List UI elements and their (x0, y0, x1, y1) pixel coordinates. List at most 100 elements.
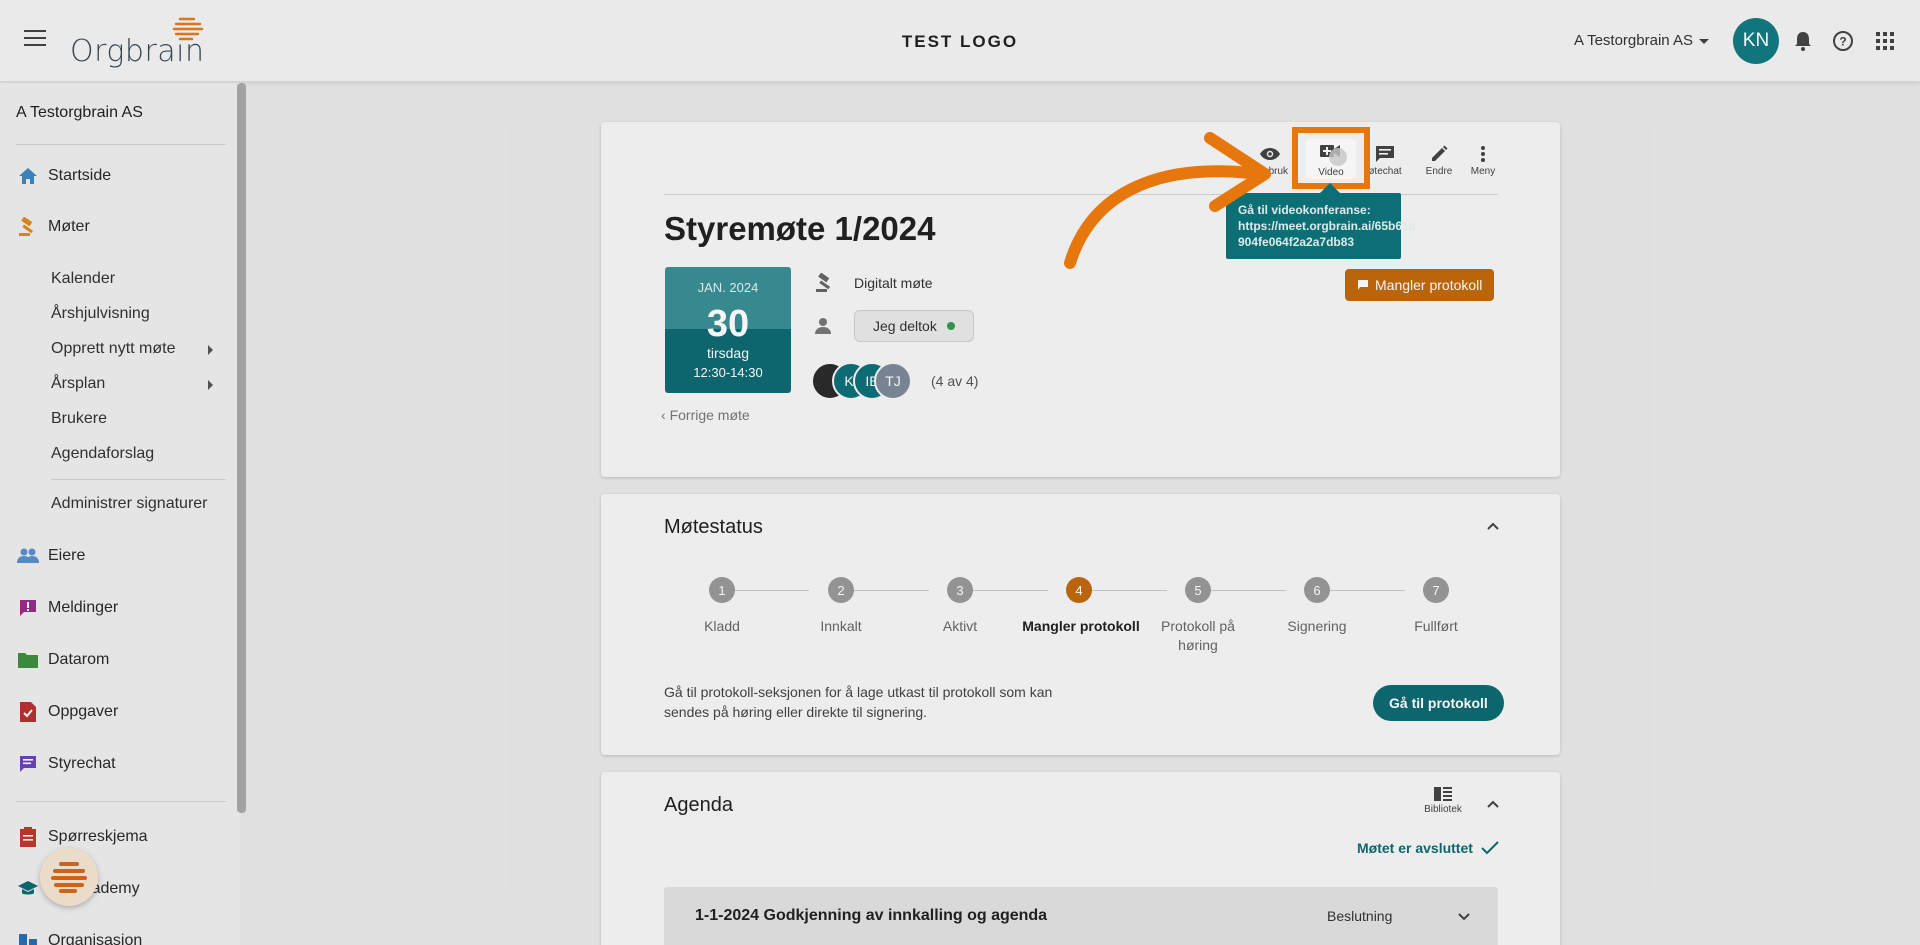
step-label: Fullført (1414, 618, 1458, 634)
tooltip-arrow (1320, 183, 1340, 193)
meeting-title: Styremøte 1/2024 (664, 210, 936, 247)
sidebar-divider (51, 479, 226, 480)
meeting-date-box: JAN. 2024 30 tirsdag 12:30-14:30 (665, 267, 791, 393)
stepper-connector (1321, 590, 1405, 591)
sidebar-item-moter[interactable]: Møter (16, 212, 90, 242)
sidebar-item-label: Eiere (48, 547, 86, 564)
attendance-row: Jeg deltok (814, 310, 974, 342)
sidebar-item-label: Startside (48, 167, 112, 184)
agenda-item-type: Beslutning (1327, 908, 1393, 924)
sidebar: A Testorgbrain AS Startside Møter Kalend… (0, 83, 240, 945)
step-3-dot: 3 (947, 577, 973, 603)
sidebar-item-datarom[interactable]: Datarom (16, 645, 109, 675)
stepper-connector (1083, 590, 1167, 591)
sidebar-sub-opprett-nytt-mote[interactable]: Opprett nytt møte (51, 340, 175, 358)
step-label: Kladd (704, 618, 740, 634)
stepper-connector (845, 590, 929, 591)
sidebar-item-styrechat[interactable]: Styrechat (16, 749, 116, 779)
meeting-type: Digitalt møte (854, 275, 933, 291)
sidebar-item-label: Spørreskjema (48, 828, 148, 845)
sidebar-item-label: Organisasjon (48, 932, 143, 945)
chevron-left-icon: ‹ (661, 407, 666, 423)
status-badge-label: Mangler protokoll (1375, 277, 1483, 293)
org-icon (16, 929, 40, 945)
step-label: Protokoll på høring (1161, 618, 1235, 653)
go-to-protocol-button[interactable]: Gå til protokoll (1373, 685, 1504, 721)
step-label: Aktivt (942, 618, 978, 634)
user-avatar[interactable]: KN (1733, 18, 1779, 64)
sidebar-item-label: Styrechat (48, 755, 116, 772)
person-icon (814, 317, 840, 335)
participant-count: (4 av 4) (931, 373, 979, 389)
sidebar-sub-arshjulvisning[interactable]: Årshjulvisning (51, 305, 150, 323)
library-label: Bibliotek (1424, 804, 1462, 815)
gavel-icon (814, 273, 840, 293)
date-weekday: tirsdag (706, 345, 750, 361)
submenu-arrow-icon[interactable] (208, 345, 213, 355)
sidebar-sub-agendaforslag[interactable]: Agendaforslag (51, 445, 154, 463)
status-badge[interactable]: Mangler protokoll (1345, 269, 1495, 301)
sidebar-sub-arsplan[interactable]: Årsplan (51, 375, 105, 393)
sidebar-sub-kalender[interactable]: Kalender (51, 270, 115, 288)
step-label: Signering (1287, 618, 1347, 634)
people-icon (16, 544, 40, 568)
sidebar-item-startside[interactable]: Startside (16, 161, 111, 191)
section-title: Møtestatus (664, 516, 763, 538)
check-icon (1481, 841, 1499, 855)
help-icon[interactable]: ? (1830, 28, 1856, 54)
more-menu-button[interactable]: Meny (1459, 142, 1507, 177)
meeting-status-card: Møtestatus 1 2 3 4 5 6 7 Kladd Innkalt A… (601, 494, 1560, 755)
sidebar-item-organisasjon[interactable]: Organisasjon (16, 926, 142, 945)
library-icon (1419, 784, 1467, 804)
step-2-dot: 2 (828, 577, 854, 603)
sidebar-item-meldinger[interactable]: Meldinger (16, 593, 118, 623)
sidebar-scrollbar[interactable] (237, 83, 246, 813)
status-dot (946, 322, 955, 330)
agenda-item-title: 1-1-2024 Godkjenning av innkalling og ag… (695, 907, 1048, 924)
sidebar-org-name: A Testorgbrain AS (16, 104, 143, 121)
sidebar-item-label: Møter (48, 218, 90, 235)
sidebar-item-sporreskjema[interactable]: Spørreskjema (16, 822, 148, 852)
task-icon (16, 700, 40, 724)
tutorial-highlight-frame (1292, 127, 1370, 189)
assistant-launcher-button[interactable] (40, 848, 98, 906)
sidebar-item-eiere[interactable]: Eiere (16, 541, 85, 571)
attendance-chip[interactable]: Jeg deltok (854, 310, 974, 342)
stepper-connector (725, 590, 809, 591)
submenu-arrow-icon[interactable] (208, 380, 213, 390)
toolbar-label: Endre (1425, 166, 1453, 177)
sidebar-sub-brukere[interactable]: Brukere (51, 410, 107, 428)
sidebar-divider (16, 801, 226, 802)
chevron-up-icon[interactable] (1485, 796, 1501, 812)
section-title: Agenda (664, 794, 733, 816)
org-selector[interactable]: A Testorgbrain AS (1574, 32, 1709, 49)
step-7-dot: 7 (1423, 577, 1449, 603)
school-icon (16, 877, 40, 901)
sidebar-item-label: Datarom (48, 651, 110, 668)
stepper-connector (964, 590, 1048, 591)
bell-icon[interactable] (1790, 28, 1816, 54)
chevron-up-icon[interactable] (1485, 518, 1501, 534)
comment-icon (1357, 279, 1369, 291)
chevron-down-icon[interactable] (1456, 909, 1472, 930)
message-alert-icon (16, 596, 40, 620)
avatar[interactable]: TJ (874, 362, 912, 400)
sidebar-item-label: Oppgaver (48, 703, 119, 720)
edit-button[interactable]: Endre (1415, 142, 1463, 177)
date-month: JAN. 2024 (697, 280, 759, 295)
sidebar-item-label: Meldinger (48, 599, 119, 616)
library-button[interactable]: Bibliotek (1419, 784, 1467, 815)
sidebar-sub-administrer-signaturer[interactable]: Administrer signaturer (51, 495, 208, 513)
top-bar: Orgbrain TEST LOGO A Testorgbrain AS KN … (0, 0, 1920, 82)
folder-icon (16, 648, 40, 672)
toolbar-label: Meny (1470, 166, 1496, 177)
sidebar-item-oppgaver[interactable]: Oppgaver (16, 697, 118, 727)
more-vert-icon (1459, 142, 1507, 166)
apps-grid-icon[interactable] (1872, 28, 1898, 54)
previous-meeting-link[interactable]: ‹ Forrige møte (661, 407, 750, 423)
agenda-item[interactable]: 1-1-2024 Godkjenning av innkalling og ag… (664, 887, 1498, 945)
meeting-type-row: Digitalt møte (814, 273, 933, 293)
step-label-active: Mangler protokoll (1022, 618, 1140, 634)
brain-logo-icon (51, 862, 87, 893)
pencil-icon (1415, 142, 1463, 166)
